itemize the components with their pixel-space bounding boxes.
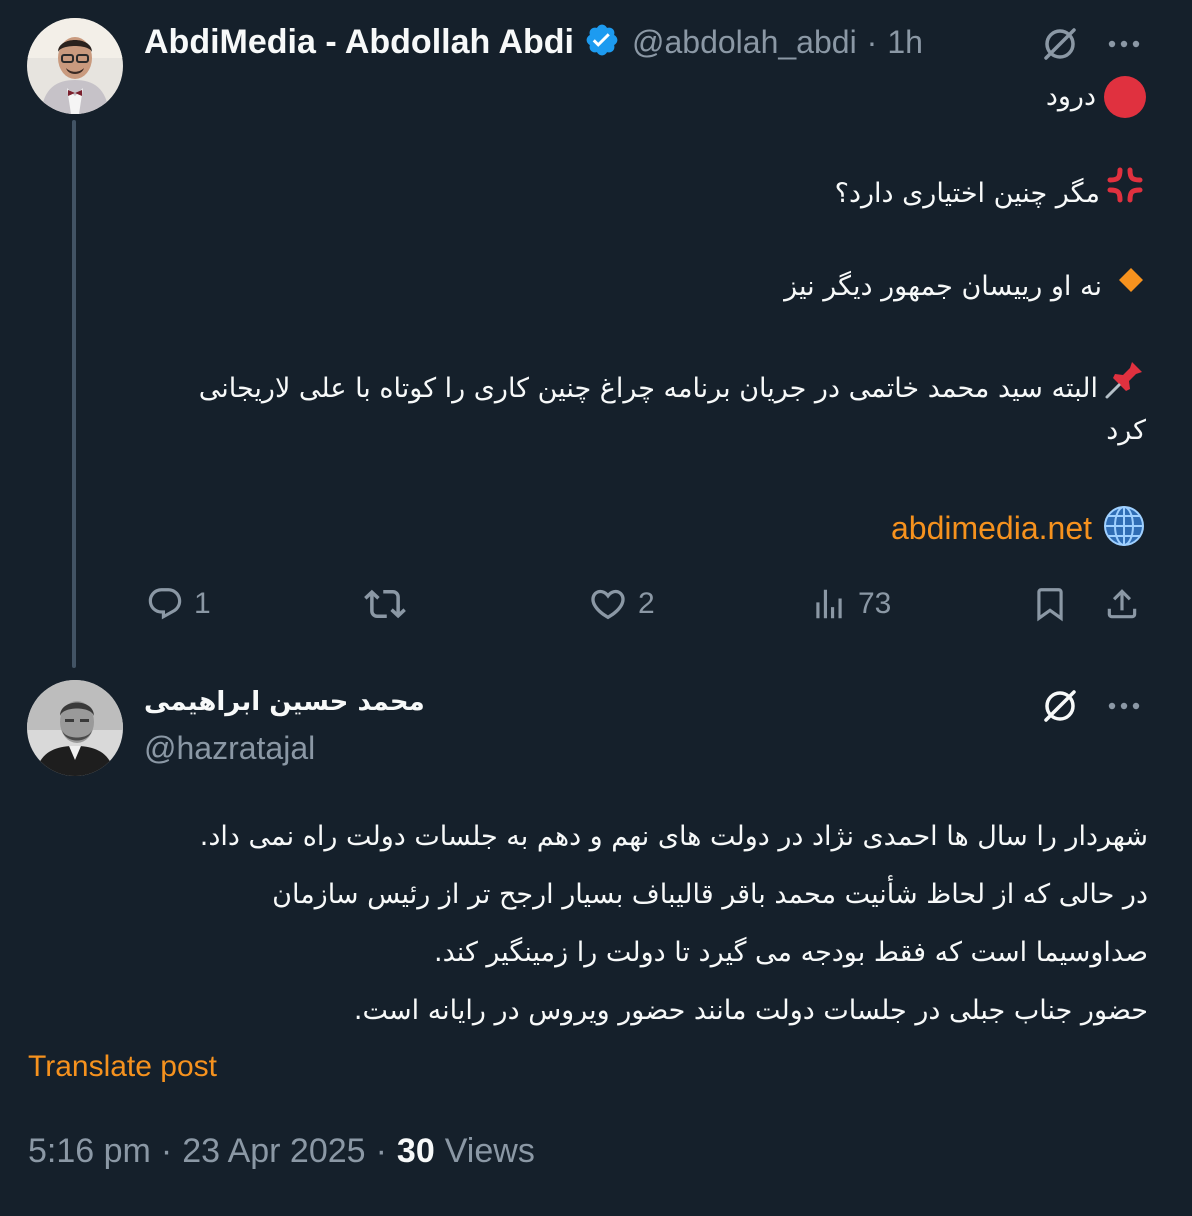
author-name[interactable]: AbdiMedia - Abdollah Abdi	[144, 23, 574, 62]
views-button[interactable]: 73	[810, 582, 891, 626]
translate-post-link[interactable]: Translate post	[28, 1050, 217, 1084]
views-count: 73	[858, 587, 892, 620]
anger-emoji	[1104, 164, 1146, 223]
grok-icon[interactable]	[1038, 22, 1082, 66]
like-button[interactable]: 2	[588, 582, 655, 626]
body-line: شهردار را سال ها احمدی نژاد در دولت های …	[199, 821, 1148, 852]
tweet1-line4-text-a: البته سید محمد خاتمی در جریان برنامه چرا…	[198, 372, 1098, 404]
red-circle-emoji	[1104, 76, 1146, 118]
author-avatar[interactable]	[27, 18, 123, 114]
tweet1-line4-text-b: کرد	[1106, 415, 1146, 446]
tweet1-link-line: abdimedia.net	[891, 504, 1146, 553]
tweet-thread: AbdiMedia - Abdollah Abdi @abdolah_abdi …	[0, 0, 1192, 1216]
more-icon[interactable]	[1102, 22, 1146, 66]
tweet1-line1-text: درود	[1045, 81, 1096, 112]
website-link[interactable]: abdimedia.net	[891, 510, 1092, 547]
tweet-time-ago[interactable]: 1h	[887, 24, 923, 61]
tweet1-line-3: نه او رییسان جمهور دیگر نیز	[784, 262, 1146, 312]
author-name[interactable]: محمد حسین ابراهیمی	[144, 682, 425, 722]
tweet1-line2-text: مگر چنین اختیاری دارد؟	[834, 177, 1100, 209]
tweet-date[interactable]: 23 Apr 2025	[182, 1132, 365, 1171]
views-count: 30	[396, 1132, 435, 1170]
reply-button[interactable]: 1	[146, 582, 211, 626]
views-label: Views	[444, 1132, 535, 1170]
tweet2-header: محمد حسین ابراهیمی @hazratajal	[144, 682, 425, 767]
like-icon	[591, 589, 625, 620]
tweet2-body: شهردار را سال ها احمدی نژاد در دولت های …	[28, 808, 1148, 1040]
author-avatar[interactable]	[27, 680, 123, 776]
avatar-photo	[27, 680, 123, 776]
header-separator: ·	[866, 23, 878, 60]
verified-badge-icon	[584, 22, 620, 63]
meta-separator: ·	[160, 1132, 173, 1170]
share-icon[interactable]	[1100, 582, 1144, 626]
globe-emoji	[1102, 504, 1146, 553]
tweet1-line-4: البته سید محمد خاتمی در جریان برنامه چرا…	[199, 358, 1146, 419]
retweet-button[interactable]	[364, 582, 406, 626]
more-icon[interactable]	[1102, 684, 1146, 728]
retweet-icon	[364, 589, 406, 619]
reply-icon	[148, 588, 182, 620]
reply-count: 1	[194, 587, 211, 620]
avatar-photo	[27, 18, 123, 114]
tweet-time[interactable]: 5:16 pm	[28, 1132, 151, 1171]
orange-diamond-emoji	[1116, 262, 1146, 312]
body-line: صداوسیما است که فقط بودجه می گیرد تا دول…	[434, 937, 1148, 968]
tweet1-header: AbdiMedia - Abdollah Abdi @abdolah_abdi …	[144, 18, 923, 66]
body-line: حضور جناب جبلی در جلسات دولت مانند حضور …	[353, 995, 1148, 1026]
tweet-meta: 5:16 pm · 23 Apr 2025 · 30 Views	[28, 1132, 535, 1171]
author-handle[interactable]: @hazratajal	[144, 730, 425, 767]
author-handle[interactable]: @abdolah_abdi	[632, 24, 857, 61]
tweet1-line-2: مگر چنین اختیاری دارد؟	[835, 164, 1146, 223]
like-count: 2	[638, 587, 655, 620]
tweet1-line-1: درود	[1046, 72, 1146, 122]
body-line: در حالی که از لحاظ شأنیت محمد باقر قالیب…	[272, 879, 1148, 910]
thread-connector-line	[72, 120, 76, 668]
meta-separator: ·	[375, 1132, 387, 1170]
bookmark-icon[interactable]	[1028, 582, 1072, 626]
tweet1-line3-text: نه او رییسان جمهور دیگر نیز	[784, 271, 1102, 302]
views-icon	[816, 589, 842, 619]
grok-icon[interactable]	[1038, 684, 1082, 728]
